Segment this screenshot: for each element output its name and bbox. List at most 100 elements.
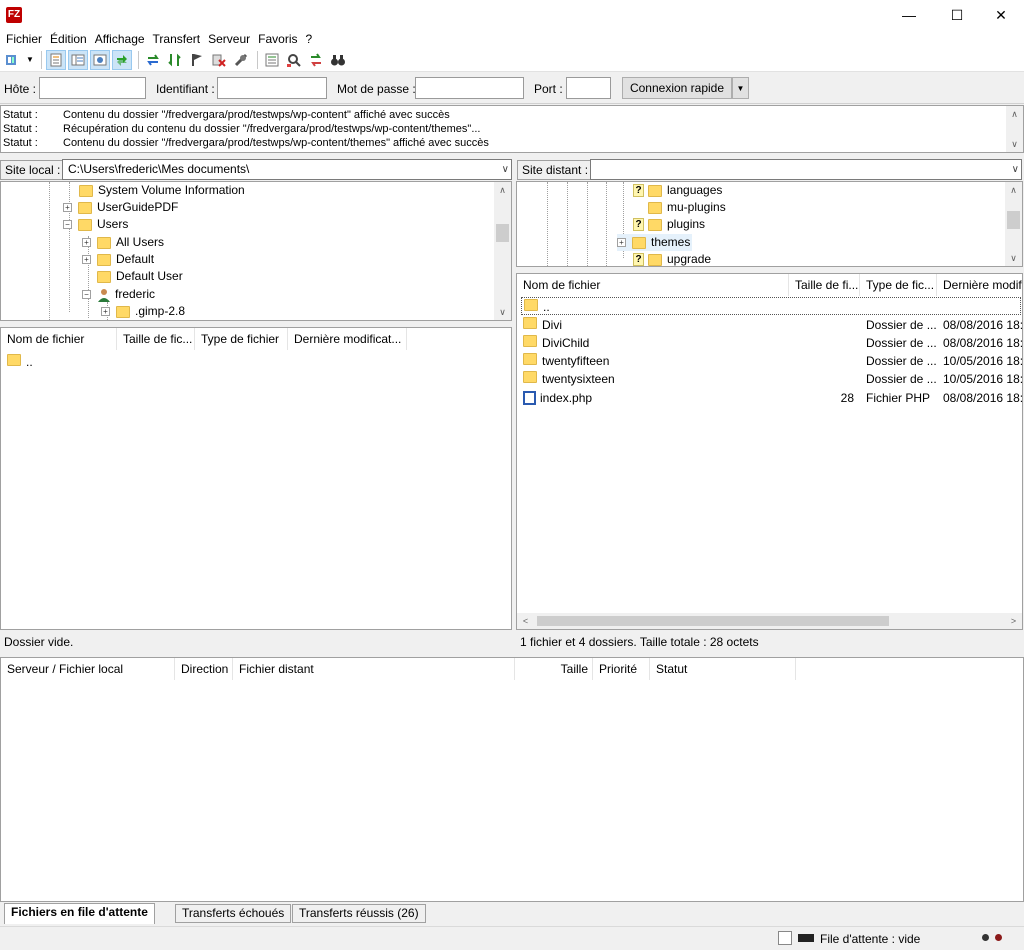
tree-item[interactable]: + Default: [82, 251, 154, 268]
local-tree[interactable]: System Volume Information + UserGuidePDF …: [0, 181, 512, 321]
toggle-queue-icon[interactable]: [112, 49, 132, 70]
remote-header-size[interactable]: Taille de fi...: [789, 274, 860, 296]
local-file-list[interactable]: Nom de fichier Taille de fic... Type de …: [0, 327, 512, 630]
scroll-right-icon[interactable]: >: [1005, 613, 1022, 629]
list-item[interactable]: twentyfifteen Dossier de ... 10/05/2016 …: [521, 352, 1022, 370]
tree-item-selected[interactable]: + themes: [617, 234, 693, 251]
transfer-queue[interactable]: Serveur / Fichier local Direction Fichie…: [0, 657, 1024, 902]
chevron-down-icon[interactable]: ∨: [502, 160, 509, 179]
local-header-size[interactable]: Taille de fic...: [117, 328, 195, 350]
tree-item[interactable]: mu-plugins: [633, 199, 726, 216]
close-button[interactable]: ✕: [978, 0, 1024, 30]
local-header-name[interactable]: Nom de fichier: [1, 328, 117, 350]
expand-icon[interactable]: +: [101, 307, 110, 316]
queue-header-local[interactable]: Serveur / Fichier local: [1, 658, 175, 680]
tree-item[interactable]: − Users: [63, 216, 128, 233]
toggle-remote-tree-icon[interactable]: [90, 49, 110, 70]
list-item[interactable]: ..: [521, 297, 1021, 315]
menu-help[interactable]: ?: [302, 30, 317, 48]
collapse-icon[interactable]: −: [82, 290, 91, 299]
menu-transfert[interactable]: Transfert: [149, 30, 205, 48]
tree-item[interactable]: + All Users: [82, 234, 164, 251]
expand-icon[interactable]: +: [82, 255, 91, 264]
remote-path-combo[interactable]: ∨: [590, 159, 1022, 180]
menu-fichier[interactable]: Fichier: [2, 30, 46, 48]
menu-favoris[interactable]: Favoris: [254, 30, 301, 48]
site-manager-icon[interactable]: [3, 50, 23, 70]
menu-affichage[interactable]: Affichage: [91, 30, 149, 48]
queue-header-size[interactable]: Taille: [515, 658, 593, 680]
tree-item[interactable]: + UserGuidePDF: [63, 199, 178, 216]
process-queue-icon[interactable]: [165, 50, 185, 70]
message-log[interactable]: Statut : Contenu du dossier "/fredvergara…: [0, 105, 1024, 153]
host-input[interactable]: [39, 77, 146, 99]
binoculars-icon[interactable]: [328, 50, 348, 70]
port-input[interactable]: [566, 77, 611, 99]
maximize-button[interactable]: ☐: [934, 0, 980, 30]
list-item[interactable]: index.php 28 Fichier PHP 08/08/2016 18:.…: [521, 389, 1022, 407]
site-manager-dropdown-icon[interactable]: ▼: [25, 50, 35, 70]
scroll-left-icon[interactable]: <: [517, 613, 534, 629]
scroll-up-icon[interactable]: ∧: [494, 182, 511, 198]
scroll-down-icon[interactable]: ∨: [494, 304, 511, 320]
tree-item[interactable]: ? languages: [633, 182, 722, 199]
queue-header-status[interactable]: Statut: [650, 658, 796, 680]
remote-tree-scrollbar[interactable]: ∧ ∨: [1005, 182, 1022, 266]
cancel-icon[interactable]: [209, 50, 229, 70]
log-scrollbar[interactable]: ∧ ∨: [1006, 106, 1023, 152]
tree-item[interactable]: ? upgrade: [633, 251, 711, 266]
menu-edition[interactable]: Édition: [46, 30, 91, 48]
remote-hscrollbar[interactable]: < >: [517, 613, 1022, 629]
scroll-thumb[interactable]: [496, 224, 509, 242]
tab-queued-files[interactable]: Fichiers en file d'attente: [4, 903, 155, 924]
quickconnect-dropdown-icon[interactable]: ▼: [732, 77, 749, 99]
scroll-down-icon[interactable]: ∨: [1006, 136, 1023, 152]
remote-tree[interactable]: ? languages mu-plugins ? plugins + themes ?…: [516, 181, 1023, 267]
scroll-thumb[interactable]: [1007, 211, 1020, 229]
queue-header-direction[interactable]: Direction: [175, 658, 233, 680]
user-input[interactable]: [217, 77, 327, 99]
chevron-down-icon[interactable]: ∨: [1012, 160, 1019, 179]
filter-icon[interactable]: [187, 50, 207, 70]
expand-icon[interactable]: +: [63, 203, 72, 212]
tab-failed-transfers[interactable]: Transferts échoués: [175, 904, 292, 923]
refresh-icon[interactable]: [143, 50, 163, 70]
local-header-type[interactable]: Type de fichier: [195, 328, 288, 350]
tree-item[interactable]: − frederic: [82, 286, 155, 303]
tree-item[interactable]: System Volume Information: [79, 182, 245, 199]
password-input[interactable]: [415, 77, 524, 99]
expand-icon[interactable]: +: [82, 238, 91, 247]
remote-header-name[interactable]: Nom de fichier: [517, 274, 789, 296]
scroll-up-icon[interactable]: ∧: [1005, 182, 1022, 198]
tree-item[interactable]: Default User: [97, 268, 183, 285]
search-remote-icon[interactable]: [284, 50, 304, 70]
sync-browsing-icon[interactable]: [306, 50, 326, 70]
list-item[interactable]: twentysixteen Dossier de ... 10/05/2016 …: [521, 370, 1022, 388]
expand-icon[interactable]: +: [617, 238, 626, 247]
compare-icon[interactable]: [262, 50, 282, 70]
minimize-button[interactable]: —: [886, 0, 932, 30]
tree-item[interactable]: + .gimp-2.8: [101, 303, 185, 320]
scroll-down-icon[interactable]: ∨: [1005, 250, 1022, 266]
list-item[interactable]: DiviChild Dossier de ... 08/08/2016 18:.…: [521, 334, 1022, 352]
toggle-log-icon[interactable]: [46, 49, 66, 70]
filezilla-app-icon[interactable]: FZ: [6, 7, 22, 23]
collapse-icon[interactable]: −: [63, 220, 72, 229]
list-item[interactable]: ..: [7, 353, 33, 371]
tab-successful-transfers[interactable]: Transferts réussis (26): [292, 904, 426, 923]
scroll-thumb[interactable]: [537, 616, 889, 626]
local-header-modified[interactable]: Dernière modificat...: [288, 328, 407, 350]
scroll-up-icon[interactable]: ∧: [1006, 106, 1023, 122]
tree-item[interactable]: ? plugins: [633, 216, 705, 233]
disconnect-icon[interactable]: [231, 50, 251, 70]
local-path-combo[interactable]: C:\Users\frederic\Mes documents\ ∨: [62, 159, 512, 180]
queue-header-remote[interactable]: Fichier distant: [233, 658, 515, 680]
quickconnect-button[interactable]: Connexion rapide: [622, 77, 732, 99]
remote-file-list[interactable]: Nom de fichier Taille de fi... Type de f…: [516, 273, 1023, 630]
remote-header-type[interactable]: Type de fic...: [860, 274, 937, 296]
menu-serveur[interactable]: Serveur: [204, 30, 254, 48]
toggle-local-tree-icon[interactable]: [68, 49, 88, 70]
remote-header-modified[interactable]: Dernière modif.: [937, 274, 1022, 296]
binary-mode-icon[interactable]: [778, 931, 792, 945]
queue-header-priority[interactable]: Priorité: [593, 658, 650, 680]
